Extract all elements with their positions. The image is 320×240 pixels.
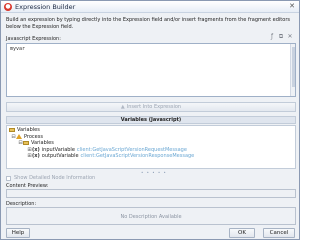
description-field: No Description Available — [6, 207, 296, 225]
insert-button-label: Insert Into Expression — [126, 104, 182, 110]
tree-node-label: outputVariable — [41, 153, 79, 159]
show-detail-checkbox[interactable] — [6, 175, 11, 181]
tree-node-outputvariable[interactable]: ⊞(x) outputVariable client:GetJavaScriptVe… — [9, 153, 293, 160]
app-logo-icon: ● — [4, 3, 12, 11]
expression-toolbar: ƒ ⧉ ✕ — [269, 34, 293, 40]
copy-icon[interactable]: ⧉ — [278, 34, 284, 40]
variables-tree: Variables ⊟ Process ⊟ Variables ⊞(x) inputV… — [6, 125, 296, 169]
expression-value: myvar — [10, 46, 26, 52]
insert-into-expression-button[interactable]: ▲ Insert Into Expression — [6, 102, 296, 112]
tree-node-type: client:GetJavaScriptVersionResponseMessa… — [80, 153, 195, 159]
tree-node-type: client:GetJavaScriptVersionRequestMessag… — [76, 146, 187, 153]
help-button[interactable]: Help — [6, 228, 30, 238]
cancel-button[interactable]: Cancel — [263, 228, 295, 238]
show-detail-label: Show Detailed Node Information — [14, 175, 96, 181]
arrow-up-icon: ▲ — [120, 104, 125, 110]
tree-node-label: Process — [24, 133, 43, 140]
function-icon[interactable]: ƒ — [269, 34, 275, 40]
expression-editor[interactable]: myvar — [6, 43, 296, 97]
folder-icon — [9, 127, 15, 132]
window-title: Expression Builder — [15, 3, 76, 11]
expression-builder-dialog: ● Expression Builder ✕ Build an expressi… — [0, 0, 300, 240]
expression-scrollbar[interactable] — [290, 44, 295, 96]
expression-label: Javascript Expression: — [6, 36, 61, 42]
splitter-handle[interactable]: • • • • • — [141, 170, 167, 175]
scrollbar-thumb[interactable] — [292, 47, 295, 87]
tree-node-label: Variables — [31, 140, 54, 146]
variables-panel-header: Variables (Javascript) — [6, 116, 296, 124]
content-preview-field — [6, 189, 296, 198]
ok-button[interactable]: OK — [229, 228, 255, 238]
warning-icon — [16, 133, 22, 139]
title-bar: ● Expression Builder ✕ — [1, 1, 299, 13]
intro-text: Build an expression by typing directly i… — [6, 17, 290, 30]
show-detail-option[interactable]: Show Detailed Node Information — [6, 175, 95, 181]
folder-icon — [23, 140, 29, 145]
tree-node-label: inputVariable — [41, 146, 75, 153]
clear-icon[interactable]: ✕ — [287, 34, 293, 40]
close-icon[interactable]: ✕ — [289, 2, 295, 10]
x-variable-icon: (x) — [32, 153, 40, 159]
tree-node-label: Variables — [17, 127, 40, 133]
